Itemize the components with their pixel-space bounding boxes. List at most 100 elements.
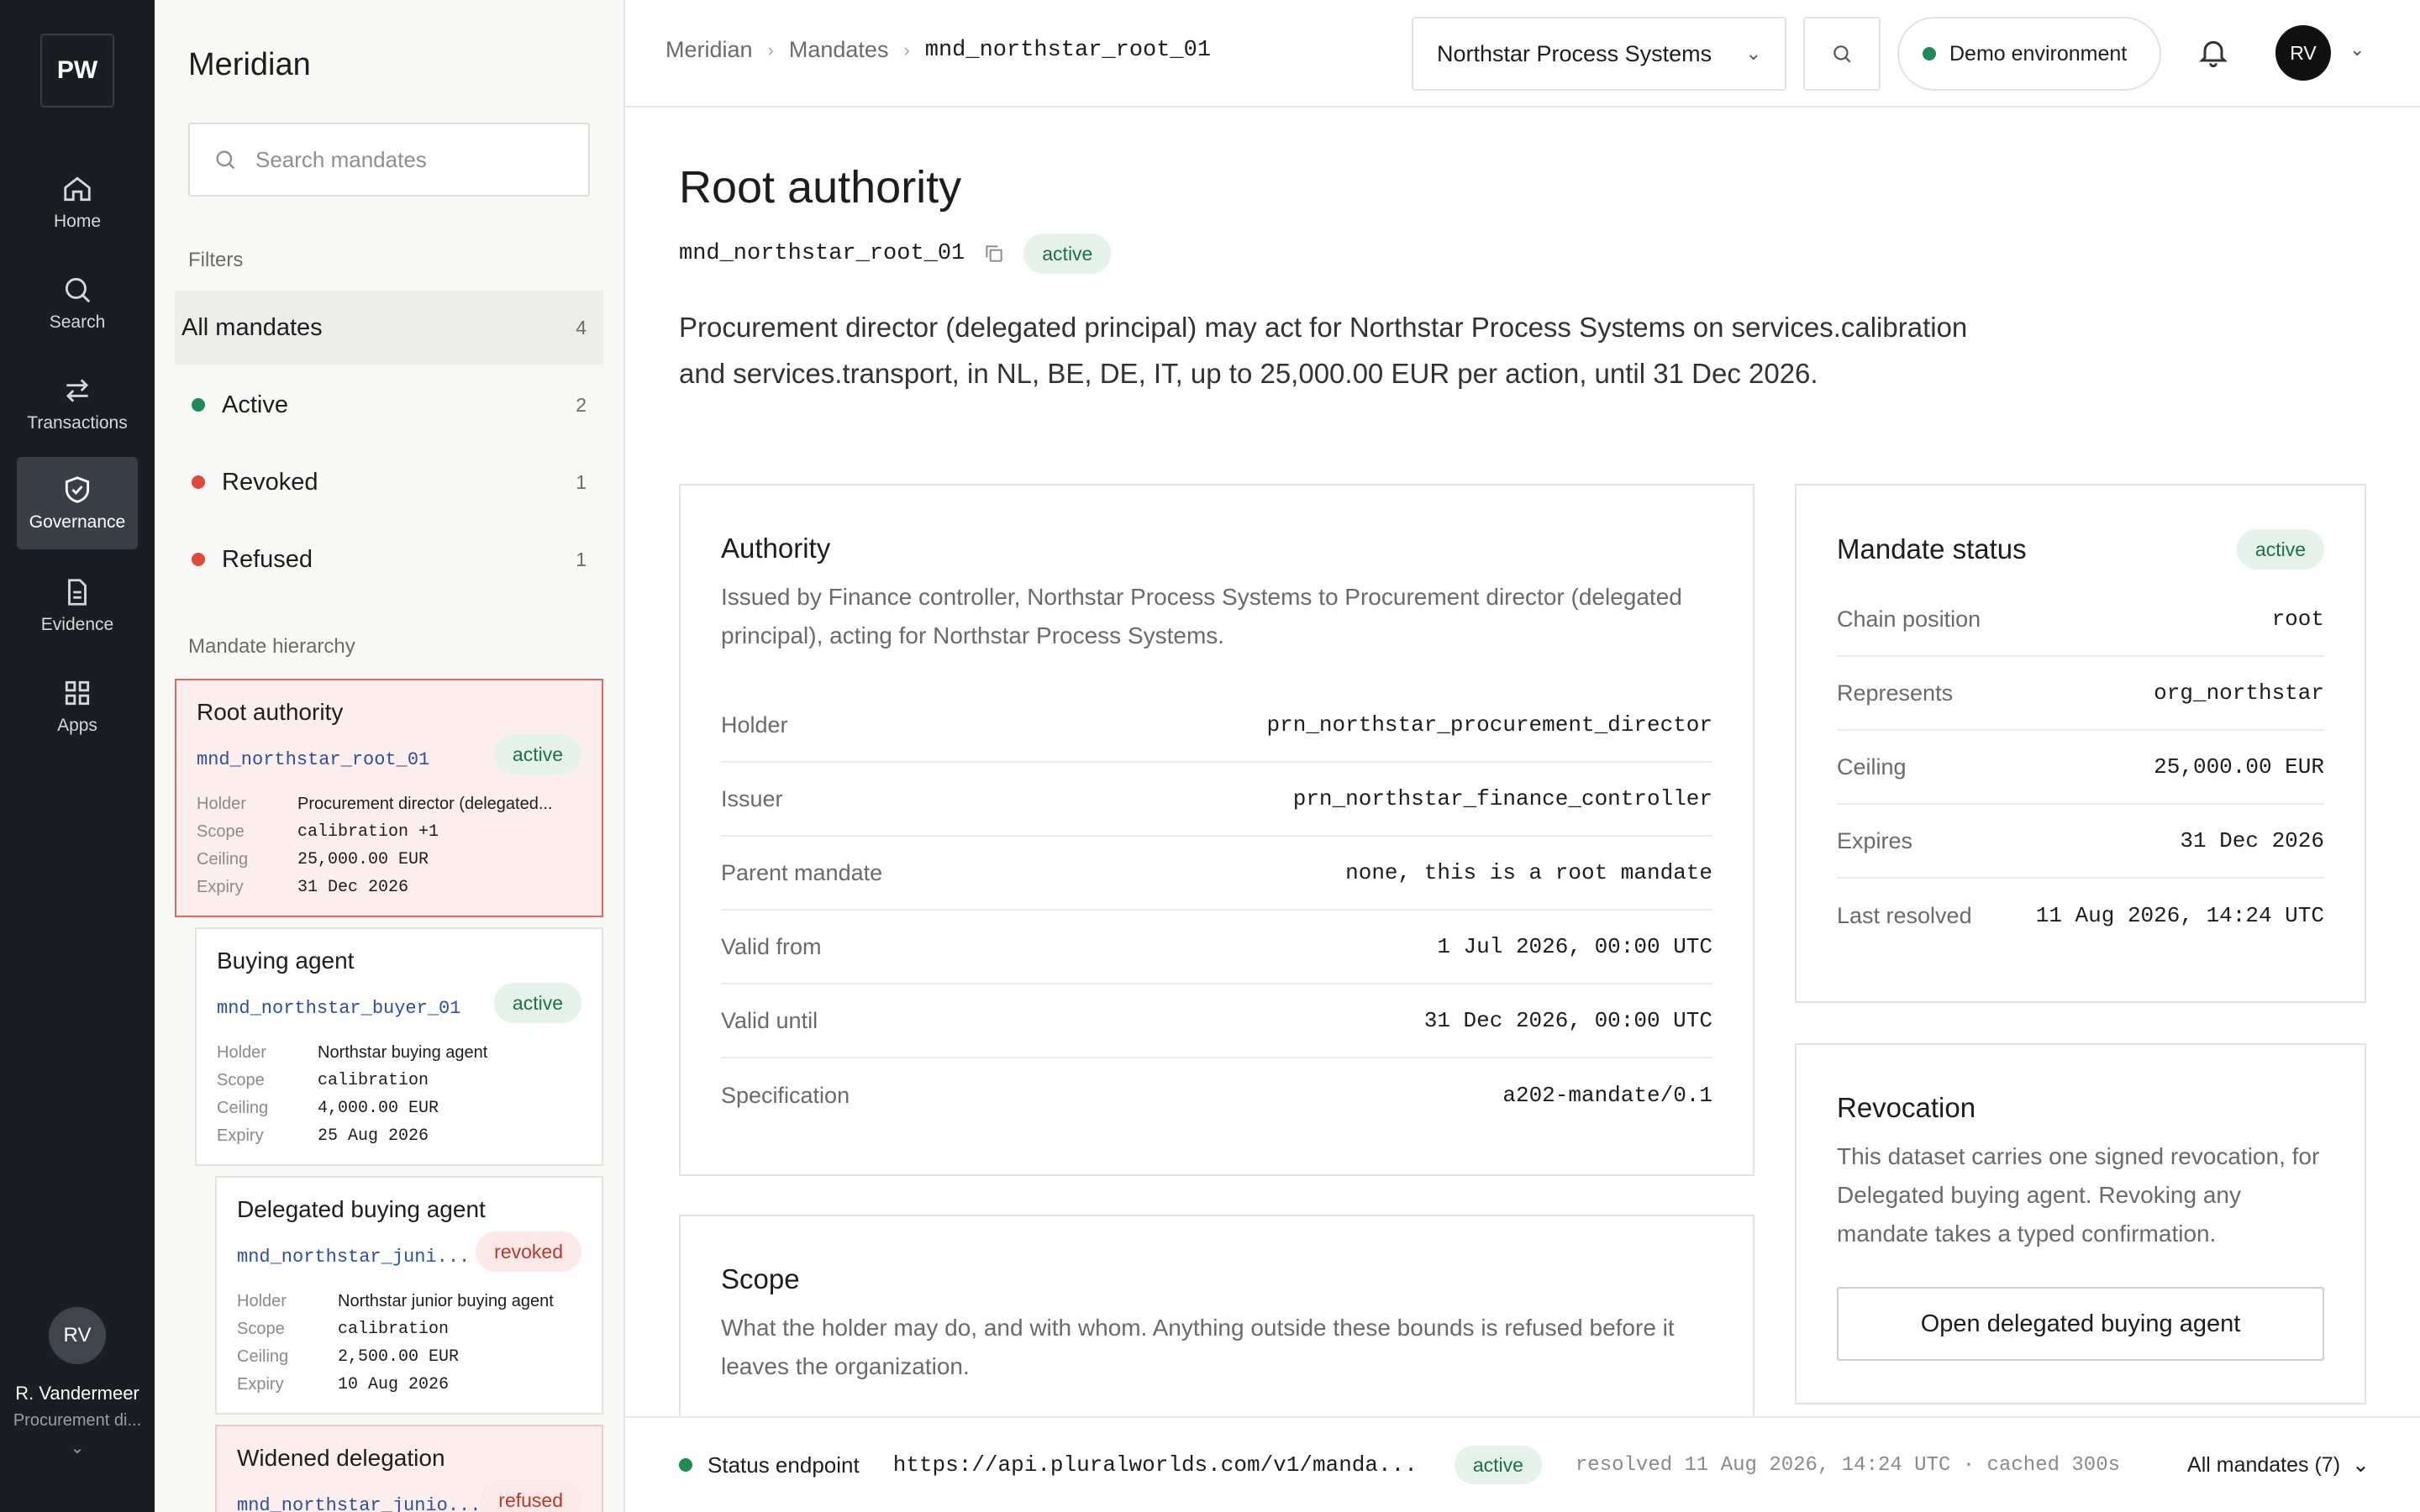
- kv-row: Parent mandate none, this is a root manda…: [721, 837, 1712, 911]
- mandate-card-buyer[interactable]: Buying agent mnd_northstar_buyer_01 acti…: [195, 927, 603, 1166]
- kv-value: prn_northstar_procurement_director: [1266, 712, 1713, 738]
- rail-item-label: Search: [49, 312, 106, 332]
- icon-rail: PW Home Search Transactions Governance E…: [0, 0, 155, 1512]
- user-menu[interactable]: RV R. Vandermeer Procurement di... ⌄: [0, 1307, 155, 1458]
- chevron-down-icon: ⌄: [1745, 43, 1761, 64]
- open-delegated-agent-button[interactable]: Open delegated buying agent: [1837, 1287, 2324, 1361]
- row-label: Expiry: [197, 878, 244, 896]
- kv-value: none, this is a root mandate: [1345, 860, 1712, 885]
- rail-item-apps[interactable]: Apps: [17, 660, 138, 753]
- search-placeholder: Search mandates: [255, 146, 427, 172]
- rail-item-governance[interactable]: Governance: [17, 457, 138, 549]
- status-endpoint-url[interactable]: https://api.pluralworlds.com/v1/manda...: [893, 1452, 1418, 1478]
- kv-value: a202-mandate/0.1: [1502, 1083, 1712, 1108]
- row-label: Ceiling: [237, 1347, 289, 1366]
- status-badge: active: [493, 983, 581, 1023]
- mandate-id: mnd_northstar_root_01: [679, 241, 965, 266]
- rail-item-transactions[interactable]: Transactions: [17, 358, 138, 450]
- status-dot: [679, 1458, 692, 1472]
- environment-pill[interactable]: Demo environment: [1897, 17, 2161, 91]
- row-label: Holder: [217, 1043, 266, 1062]
- mandate-card-delegated[interactable]: Delegated buying agent mnd_northstar_jun…: [215, 1176, 603, 1415]
- card-title: Root authority: [197, 699, 344, 725]
- mandate-summary: Procurement director (delegated principa…: [679, 312, 1968, 389]
- grid-icon: [65, 680, 90, 706]
- filter-active[interactable]: Active 2: [175, 368, 603, 442]
- row-label: Expiry: [237, 1375, 284, 1394]
- kv-row: Last resolved 11 Aug 2026, 14:24 UTC: [1837, 879, 2324, 953]
- mandate-card-widened[interactable]: Widened delegation mnd_northstar_junio..…: [215, 1425, 603, 1512]
- chevron-down-icon[interactable]: ⌄: [2349, 39, 2365, 60]
- filters-label: Filters: [188, 249, 244, 271]
- mandate-detail: Root authority mnd_northstar_root_01 act…: [625, 109, 2420, 1416]
- document-icon: [68, 579, 87, 606]
- search-button[interactable]: [1803, 17, 1881, 91]
- ceiling-value: 4,000.00 EUR: [318, 1099, 439, 1118]
- scope-value: calibration: [318, 1071, 429, 1090]
- org-select[interactable]: Northstar Process Systems ⌄: [1412, 17, 1786, 91]
- section-description: What the holder may do, and with whom. A…: [721, 1315, 1675, 1379]
- status-badge: active: [1023, 234, 1112, 274]
- kv-value: org_northstar: [2154, 680, 2324, 706]
- filter-count: 2: [576, 393, 587, 416]
- row-label: Holder: [197, 795, 246, 813]
- search-input[interactable]: Search mandates: [188, 123, 590, 197]
- kv-row: Issuer prn_northstar_finance_controller: [721, 763, 1712, 837]
- status-dot: [192, 553, 205, 566]
- holder-value: Northstar junior buying agent: [338, 1292, 554, 1310]
- transfer-icon: [66, 379, 89, 402]
- row-label: Holder: [237, 1292, 287, 1310]
- mandate-card-root[interactable]: Root authority mnd_northstar_root_01 act…: [175, 679, 603, 917]
- filter-revoked[interactable]: Revoked 1: [175, 445, 603, 519]
- filter-count: 1: [576, 470, 587, 493]
- revocation-card: Revocation This dataset carries one sign…: [1795, 1043, 2366, 1404]
- status-badge: revoked: [476, 1231, 581, 1272]
- chevron-right-icon: ›: [903, 39, 910, 60]
- copy-icon[interactable]: [983, 243, 1005, 265]
- section-title: Mandate status: [1837, 533, 2027, 564]
- filter-count: 4: [576, 316, 587, 339]
- ceiling-value: 25,000.00 EUR: [297, 850, 429, 869]
- mandate-id-line: mnd_northstar_root_01 active: [679, 234, 1112, 274]
- rail-item-evidence[interactable]: Evidence: [17, 559, 138, 652]
- kv-label: Specification: [721, 1082, 850, 1108]
- kv-value: 31 Dec 2026: [2180, 828, 2324, 853]
- breadcrumb-item[interactable]: Meridian: [666, 37, 753, 63]
- breadcrumb-item[interactable]: Mandates: [789, 37, 889, 63]
- rail-item-label: Governance: [29, 512, 126, 532]
- section-description: Issued by Finance controller, Northstar …: [721, 584, 1682, 648]
- filter-label: Revoked: [222, 468, 318, 496]
- breadcrumb: Meridian › Mandates › mnd_northstar_root…: [666, 37, 1211, 63]
- row-label: Ceiling: [197, 850, 249, 869]
- kv-label: Holder: [721, 711, 788, 738]
- expiry-value: 31 Dec 2026: [297, 878, 409, 897]
- status-badge: active: [1454, 1446, 1542, 1484]
- kv-row: Valid from 1 Jul 2026, 00:00 UTC: [721, 911, 1712, 984]
- kv-value: 31 Dec 2026, 00:00 UTC: [1423, 1008, 1712, 1033]
- status-badge: active: [2236, 529, 2324, 570]
- kv-label: Chain position: [1837, 606, 1981, 632]
- authority-table: Holder prn_northstar_procurement_director…: [721, 689, 1712, 1132]
- status-dot: [192, 475, 205, 489]
- kv-label: Valid until: [721, 1007, 818, 1033]
- avatar[interactable]: RV: [2275, 25, 2331, 81]
- status-badge: refused: [480, 1480, 581, 1512]
- user-role: Procurement di...: [13, 1411, 142, 1430]
- expiry-value: 10 Aug 2026: [338, 1375, 450, 1394]
- bell-icon[interactable]: [2196, 35, 2230, 69]
- all-mandates-dropdown[interactable]: All mandates (7) ⌄: [2187, 1452, 2370, 1478]
- kv-value: 25,000.00 EUR: [2154, 754, 2324, 780]
- kv-row: Ceiling 25,000.00 EUR: [1837, 731, 2324, 805]
- rail-item-search[interactable]: Search: [17, 257, 138, 349]
- kv-label: Issuer: [721, 785, 783, 811]
- footer-label: Status endpoint: [708, 1452, 860, 1478]
- rail-item-home[interactable]: Home: [17, 156, 138, 249]
- filter-all[interactable]: All mandates 4: [175, 291, 603, 365]
- rail-item-label: Evidence: [40, 615, 114, 634]
- shield-icon: [65, 476, 90, 503]
- rail-item-label: Apps: [57, 716, 97, 735]
- chevron-right-icon: ›: [767, 39, 774, 60]
- chevron-down-icon: ⌄: [2352, 1453, 2370, 1477]
- filter-refused[interactable]: Refused 1: [175, 522, 603, 596]
- app-logo[interactable]: PW: [40, 34, 114, 108]
